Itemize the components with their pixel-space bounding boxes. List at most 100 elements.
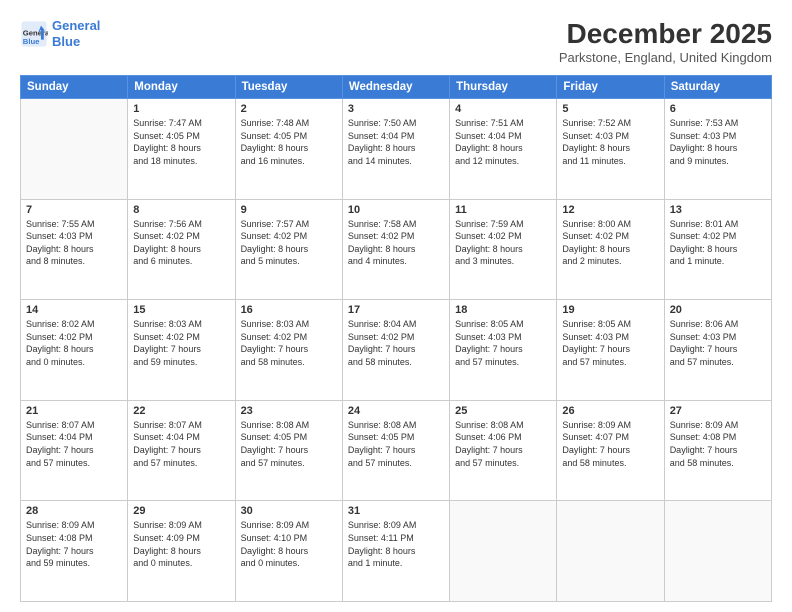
svg-text:Blue: Blue [23,36,40,45]
table-row: 4 Sunrise: 7:51 AMSunset: 4:04 PMDaylight… [450,99,557,200]
day-number: 8 [133,204,229,216]
table-row: 10Sunrise: 7:58 AMSunset: 4:02 PMDayligh… [342,199,449,300]
day-info: Sunrise: 8:03 AMSunset: 4:02 PMDaylight:… [133,318,229,368]
table-row: 13 Sunrise: 8:01 AMSunset: 4:02 PMDayligh… [664,199,771,300]
day-number: 21 [26,405,122,417]
table-row: 2Sunrise: 7:48 AMSunset: 4:05 PMDaylight… [235,99,342,200]
table-row: 5 Sunrise: 7:52 AMSunset: 4:03 PMDaylight… [557,99,664,200]
day-info: Sunrise: 8:03 AMSunset: 4:02 PMDaylight:… [241,318,337,368]
table-row [450,501,557,602]
day-info: Sunrise: 8:08 AMSunset: 4:05 PMDaylight:… [241,419,337,469]
day-number: 12 [562,204,658,216]
page: General Blue General Blue December 2025 … [0,0,792,612]
day-info: Sunrise: 8:08 AMSunset: 4:05 PMDaylight:… [348,419,444,469]
table-row: 20 Sunrise: 8:06 AMSunset: 4:03 PMDayligh… [664,300,771,401]
day-number: 24 [348,405,444,417]
day-info: Sunrise: 7:53 AMSunset: 4:03 PMDaylight:… [670,117,766,167]
day-number: 25 [455,405,551,417]
table-row: 18 Sunrise: 8:05 AMSunset: 4:03 PMDayligh… [450,300,557,401]
table-row: 23Sunrise: 8:08 AMSunset: 4:05 PMDayligh… [235,400,342,501]
day-number: 3 [348,103,444,115]
day-number: 6 [670,103,766,115]
day-number: 11 [455,204,551,216]
day-info: Sunrise: 8:09 AMSunset: 4:10 PMDaylight:… [241,519,337,569]
table-row: 26Sunrise: 8:09 AMSunset: 4:07 PMDayligh… [557,400,664,501]
table-row: 19 Sunrise: 8:05 AMSunset: 4:03 PMDayligh… [557,300,664,401]
col-sunday: Sunday [21,76,128,99]
day-number: 28 [26,505,122,517]
month-title: December 2025 [559,18,772,50]
header: General Blue General Blue December 2025 … [20,18,772,65]
day-info: Sunrise: 7:58 AMSunset: 4:02 PMDaylight:… [348,218,444,268]
table-row [21,99,128,200]
day-number: 1 [133,103,229,115]
day-info: Sunrise: 7:51 AMSunset: 4:04 PMDaylight:… [455,117,551,167]
day-info: Sunrise: 7:47 AMSunset: 4:05 PMDaylight:… [133,117,229,167]
day-info: Sunrise: 8:00 AMSunset: 4:02 PMDaylight:… [562,218,658,268]
day-info: Sunrise: 7:59 AMSunset: 4:02 PMDaylight:… [455,218,551,268]
table-row: 31 Sunrise: 8:09 AMSunset: 4:11 PMDayligh… [342,501,449,602]
table-row: 14 Sunrise: 8:02 AMSunset: 4:02 PMDayligh… [21,300,128,401]
day-info: Sunrise: 8:05 AMSunset: 4:03 PMDaylight:… [562,318,658,368]
table-row: 29 Sunrise: 8:09 AMSunset: 4:09 PMDayligh… [128,501,235,602]
day-number: 13 [670,204,766,216]
table-row: 8 Sunrise: 7:56 AMSunset: 4:02 PMDaylight… [128,199,235,300]
calendar-week-row: 7 Sunrise: 7:55 AMSunset: 4:03 PMDaylight… [21,199,772,300]
day-number: 14 [26,304,122,316]
day-number: 31 [348,505,444,517]
day-number: 29 [133,505,229,517]
day-info: Sunrise: 7:57 AMSunset: 4:02 PMDaylight:… [241,218,337,268]
day-number: 22 [133,405,229,417]
day-number: 16 [241,304,337,316]
subtitle: Parkstone, England, United Kingdom [559,50,772,65]
calendar-week-row: 28Sunrise: 8:09 AMSunset: 4:08 PMDayligh… [21,501,772,602]
day-info: Sunrise: 7:55 AMSunset: 4:03 PMDaylight:… [26,218,122,268]
day-info: Sunrise: 8:07 AMSunset: 4:04 PMDaylight:… [26,419,122,469]
col-thursday: Thursday [450,76,557,99]
day-info: Sunrise: 8:04 AMSunset: 4:02 PMDaylight:… [348,318,444,368]
col-monday: Monday [128,76,235,99]
day-number: 19 [562,304,658,316]
day-number: 20 [670,304,766,316]
title-block: December 2025 Parkstone, England, United… [559,18,772,65]
day-number: 7 [26,204,122,216]
day-info: Sunrise: 8:02 AMSunset: 4:02 PMDaylight:… [26,318,122,368]
day-info: Sunrise: 8:08 AMSunset: 4:06 PMDaylight:… [455,419,551,469]
day-number: 15 [133,304,229,316]
day-number: 30 [241,505,337,517]
table-row: 9 Sunrise: 7:57 AMSunset: 4:02 PMDaylight… [235,199,342,300]
table-row [557,501,664,602]
day-info: Sunrise: 7:56 AMSunset: 4:02 PMDaylight:… [133,218,229,268]
day-info: Sunrise: 8:05 AMSunset: 4:03 PMDaylight:… [455,318,551,368]
table-row: 25 Sunrise: 8:08 AMSunset: 4:06 PMDayligh… [450,400,557,501]
table-row: 16 Sunrise: 8:03 AMSunset: 4:02 PMDayligh… [235,300,342,401]
calendar: Sunday Monday Tuesday Wednesday Thursday… [20,75,772,602]
day-info: Sunrise: 7:52 AMSunset: 4:03 PMDaylight:… [562,117,658,167]
table-row: 12 Sunrise: 8:00 AMSunset: 4:02 PMDayligh… [557,199,664,300]
col-saturday: Saturday [664,76,771,99]
table-row: 30 Sunrise: 8:09 AMSunset: 4:10 PMDayligh… [235,501,342,602]
day-info: Sunrise: 8:09 AMSunset: 4:09 PMDaylight:… [133,519,229,569]
calendar-header-row: Sunday Monday Tuesday Wednesday Thursday… [21,76,772,99]
day-info: Sunrise: 8:06 AMSunset: 4:03 PMDaylight:… [670,318,766,368]
col-wednesday: Wednesday [342,76,449,99]
table-row: 24 Sunrise: 8:08 AMSunset: 4:05 PMDayligh… [342,400,449,501]
day-number: 2 [241,103,337,115]
table-row: 21 Sunrise: 8:07 AMSunset: 4:04 PMDayligh… [21,400,128,501]
table-row: 15 Sunrise: 8:03 AMSunset: 4:02 PMDayligh… [128,300,235,401]
day-number: 9 [241,204,337,216]
table-row: 6 Sunrise: 7:53 AMSunset: 4:03 PMDaylight… [664,99,771,200]
table-row: 28Sunrise: 8:09 AMSunset: 4:08 PMDayligh… [21,501,128,602]
day-info: Sunrise: 8:09 AMSunset: 4:11 PMDaylight:… [348,519,444,569]
calendar-week-row: 1 Sunrise: 7:47 AMSunset: 4:05 PMDaylight… [21,99,772,200]
day-info: Sunrise: 8:01 AMSunset: 4:02 PMDaylight:… [670,218,766,268]
day-number: 5 [562,103,658,115]
table-row: 7 Sunrise: 7:55 AMSunset: 4:03 PMDaylight… [21,199,128,300]
day-number: 18 [455,304,551,316]
day-number: 4 [455,103,551,115]
table-row: 27Sunrise: 8:09 AMSunset: 4:08 PMDayligh… [664,400,771,501]
day-number: 27 [670,405,766,417]
day-info: Sunrise: 7:50 AMSunset: 4:04 PMDaylight:… [348,117,444,167]
day-info: Sunrise: 8:09 AMSunset: 4:07 PMDaylight:… [562,419,658,469]
table-row: 22Sunrise: 8:07 AMSunset: 4:04 PMDayligh… [128,400,235,501]
